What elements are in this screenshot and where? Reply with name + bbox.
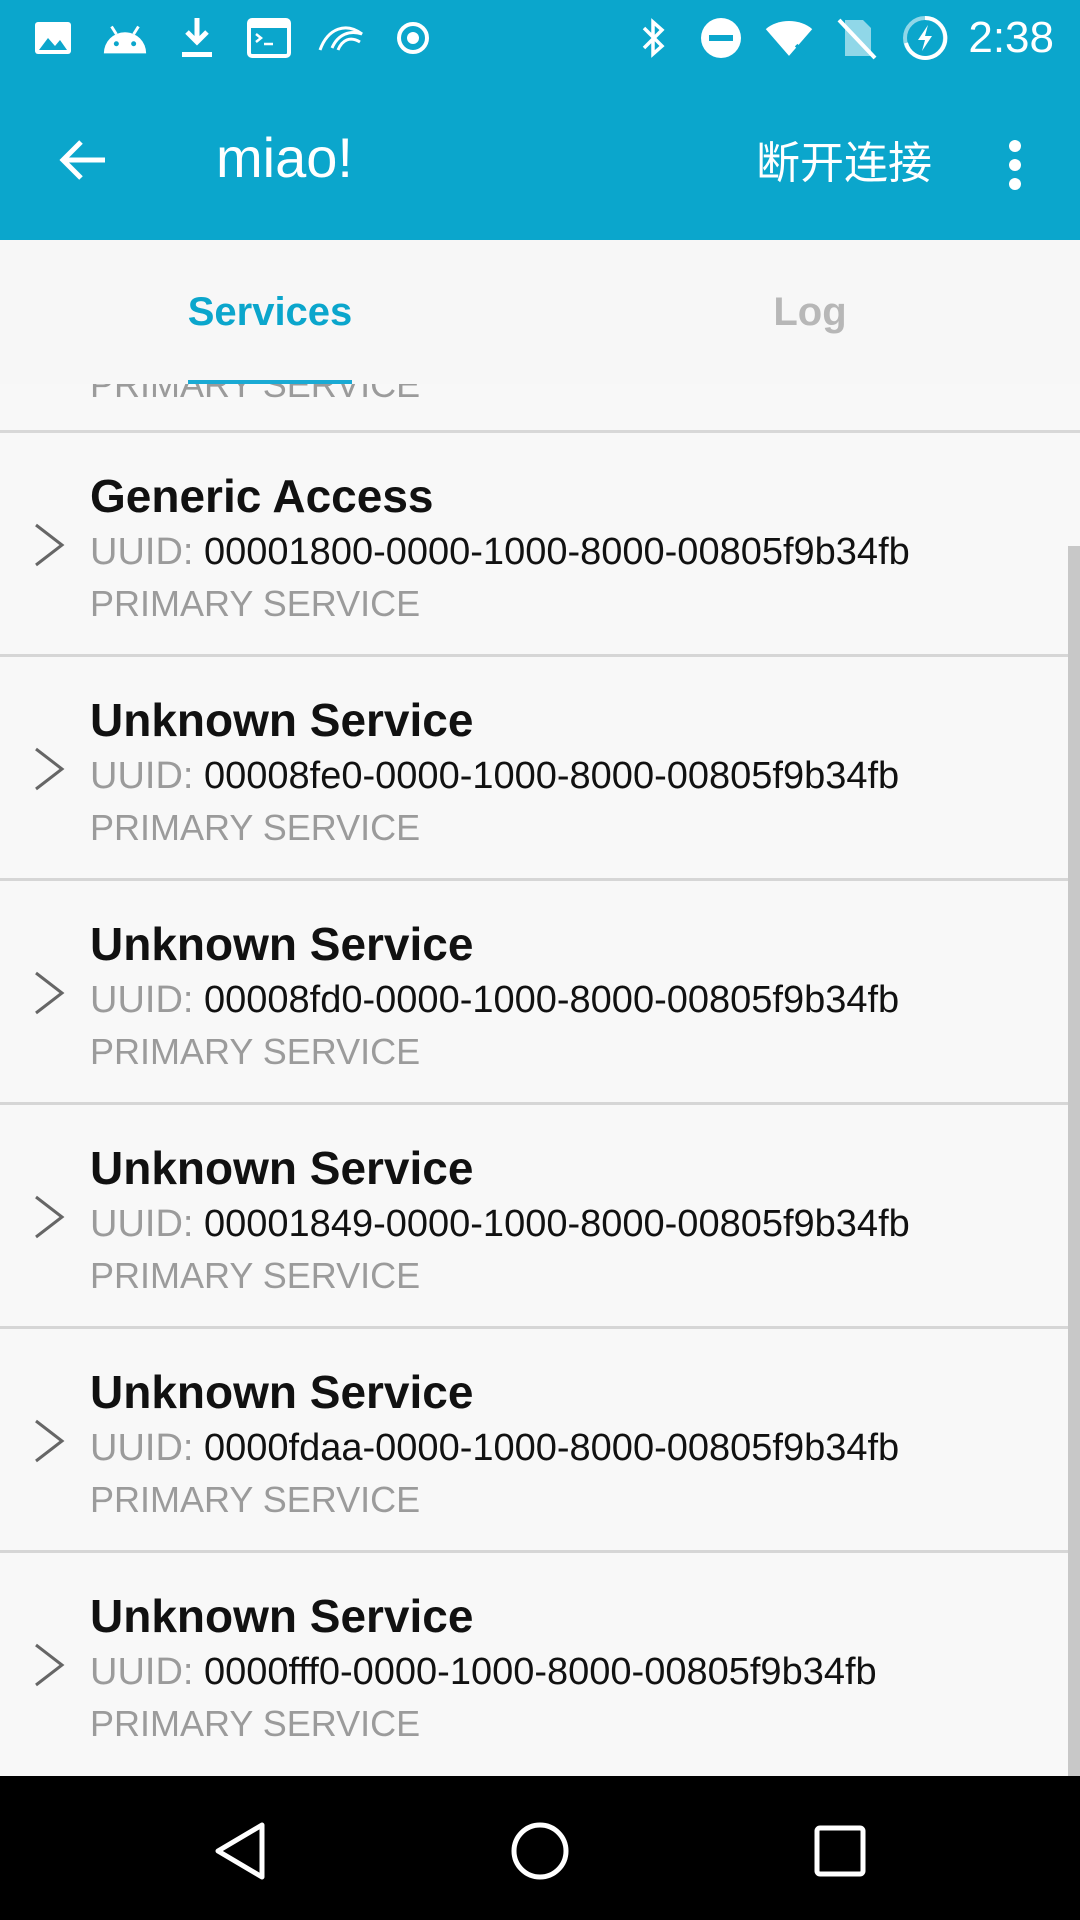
- service-type: PRIMARY SERVICE: [90, 807, 421, 848]
- terminal-icon: [244, 13, 294, 63]
- list-item-partial[interactable]: PRIMARY SERVICE: [0, 384, 1080, 433]
- status-bar-system: 2:38: [628, 10, 1054, 66]
- no-sim-icon: [832, 13, 882, 63]
- uuid-label: UUID:: [90, 1203, 194, 1245]
- uuid-value: 0000fdaa-0000-1000-8000-00805f9b34fb: [204, 1427, 900, 1469]
- service-type: PRIMARY SERVICE: [90, 583, 421, 624]
- service-type: PRIMARY SERVICE: [90, 1031, 421, 1072]
- service-type: PRIMARY SERVICE: [90, 384, 421, 405]
- wifi-icon: [764, 13, 814, 63]
- back-button[interactable]: [40, 117, 126, 203]
- status-bar-notifications: [28, 10, 438, 66]
- service-row[interactable]: Unknown Service UUID: 00001849-0000-1000…: [0, 1105, 1080, 1329]
- service-name: Unknown Service: [90, 1366, 474, 1418]
- chevron-right-icon: [35, 1419, 65, 1463]
- uuid-value: 00001800-0000-1000-8000-00805f9b34fb: [204, 531, 910, 573]
- uuid-value: 0000fff0-0000-1000-8000-00805f9b34fb: [204, 1651, 877, 1693]
- service-uuid: UUID: 00001800-0000-1000-8000-00805f9b34…: [90, 531, 910, 574]
- scrollbar[interactable]: [1068, 546, 1080, 1776]
- service-name: Generic Access: [90, 470, 434, 522]
- status-bar: 2:38: [0, 0, 1080, 75]
- chevron-right-icon: [35, 971, 65, 1015]
- uuid-label: UUID:: [90, 755, 194, 797]
- page-title: miao!: [216, 126, 353, 189]
- do-not-disturb-icon: [696, 13, 746, 63]
- more-vert-icon: [1009, 140, 1021, 190]
- clock: 2:38: [968, 13, 1054, 62]
- chevron-right-icon: [35, 1195, 65, 1239]
- tab-services[interactable]: Services: [188, 240, 353, 384]
- chevron-right-icon: [35, 1643, 65, 1687]
- service-uuid: UUID: 0000fff0-0000-1000-8000-00805f9b34…: [90, 1651, 877, 1694]
- disconnect-button[interactable]: 断开连接: [756, 127, 932, 191]
- service-name: Unknown Service: [90, 694, 474, 746]
- tab-log[interactable]: Log: [770, 240, 850, 384]
- image-icon: [28, 13, 78, 63]
- navigation-bar: [0, 1776, 1080, 1920]
- chevron-right-icon: [35, 747, 65, 791]
- service-uuid: UUID: 00008fe0-0000-1000-8000-00805f9b34…: [90, 755, 899, 798]
- uuid-value: 00008fd0-0000-1000-8000-00805f9b34fb: [204, 979, 900, 1021]
- nav-home-icon: [511, 1822, 569, 1880]
- more-options-button[interactable]: [985, 125, 1045, 205]
- uuid-label: UUID:: [90, 1427, 194, 1469]
- service-row[interactable]: Generic Access UUID: 00001800-0000-1000-…: [0, 433, 1080, 657]
- service-name: Unknown Service: [90, 1142, 474, 1194]
- service-row[interactable]: Unknown Service UUID: 0000fdaa-0000-1000…: [0, 1329, 1080, 1553]
- app-bar: miao! 断开连接: [0, 75, 1080, 240]
- service-row[interactable]: Unknown Service UUID: 00008fe0-0000-1000…: [0, 657, 1080, 881]
- android-icon: [100, 13, 150, 63]
- service-type: PRIMARY SERVICE: [90, 1255, 421, 1296]
- service-type: PRIMARY SERVICE: [90, 1479, 421, 1520]
- bluetooth-icon: [628, 13, 678, 63]
- nav-recents-button[interactable]: [790, 1801, 890, 1901]
- uuid-label: UUID:: [90, 1651, 194, 1693]
- service-uuid: UUID: 00001849-0000-1000-8000-00805f9b34…: [90, 1203, 910, 1246]
- service-row[interactable]: Unknown Service UUID: 00008fd0-0000-1000…: [0, 881, 1080, 1105]
- service-name: Unknown Service: [90, 1590, 474, 1642]
- uuid-value: 00008fe0-0000-1000-8000-00805f9b34fb: [204, 755, 900, 797]
- service-row[interactable]: Unknown Service UUID: 0000fff0-0000-1000…: [0, 1553, 1080, 1774]
- battery-charging-icon: [900, 13, 950, 63]
- chevron-right-icon: [35, 523, 65, 567]
- nav-back-icon: [215, 1822, 265, 1880]
- download-icon: [172, 13, 222, 63]
- service-uuid: UUID: 00008fd0-0000-1000-8000-00805f9b34…: [90, 979, 899, 1022]
- arrow-back-icon: [59, 140, 105, 180]
- nav-home-button[interactable]: [490, 1801, 590, 1901]
- uuid-value: 00001849-0000-1000-8000-00805f9b34fb: [204, 1203, 910, 1245]
- uuid-label: UUID:: [90, 531, 194, 573]
- services-list[interactable]: PRIMARY SERVICE Generic Access UUID: 000…: [0, 384, 1080, 1776]
- tab-bar: Services Log: [0, 240, 1080, 387]
- nav-back-button[interactable]: [190, 1801, 290, 1901]
- service-name: Unknown Service: [90, 918, 474, 970]
- service-type: PRIMARY SERVICE: [90, 1703, 421, 1744]
- service-uuid: UUID: 0000fdaa-0000-1000-8000-00805f9b34…: [90, 1427, 899, 1470]
- uuid-label: UUID:: [90, 979, 194, 1021]
- nav-recents-icon: [814, 1825, 866, 1877]
- record-icon: [388, 13, 438, 63]
- app-logo-icon: [316, 13, 366, 63]
